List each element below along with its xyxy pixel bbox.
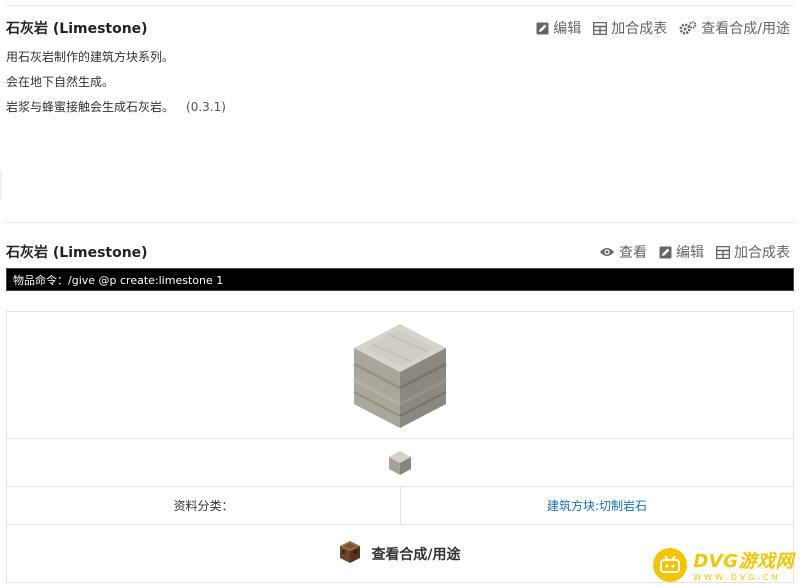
edit-icon [536,22,549,35]
watermark-sub: WWW.DVG.CN [693,573,781,582]
section-actions: 查看 编辑 加合成表 [599,242,790,262]
left-edge-mark [0,170,2,200]
item-icon-row [7,439,793,487]
gears-icon [679,21,697,35]
gamepad-logo-icon [653,547,688,582]
edit-button[interactable]: 编辑 [659,242,704,262]
description-line: 用石灰岩制作的建筑方块系列。 [6,50,175,64]
section-actions: 编辑 加合成表 查看合成/用途 [536,18,790,38]
add-recipe-table-label: 加合成表 [734,245,790,261]
view-recipes-label: 查看合成/用途 [701,21,790,37]
section-title: 石灰岩 (Limestone) [6,21,148,37]
add-recipe-table-button[interactable]: 加合成表 [716,242,790,262]
eye-icon [599,246,615,258]
crafting-table-icon [339,540,361,568]
site-watermark: DVG游戏网 WWW.DVG.CN [653,547,794,582]
category-row: 资料分类： 建筑方块:切制岩石 [7,487,793,525]
watermark-main: DVG游戏网 [693,551,794,572]
limestone-small-icon[interactable] [388,450,412,476]
add-recipe-table-label: 加合成表 [611,21,668,37]
description-line: 岩浆与蜂蜜接触会生成石灰岩。 (0.3.1) [6,98,226,115]
item-info-card: 资料分类： 建筑方块:切制岩石 查看合成/用途 [6,311,794,583]
view-button[interactable]: 查看 [599,242,647,262]
description-line: 会在地下自然生成。 [6,75,115,89]
table-icon [593,21,608,35]
limestone-block-render [353,324,447,428]
watermark-text: DVG游戏网 WWW.DVG.CN [693,547,794,582]
version-tag: (0.3.1) [186,100,226,114]
edit-icon [659,246,672,259]
item-section-description: 石灰岩 (Limestone) 编辑 加合成表 查看合成/用途 用石灰岩制作的建… [6,12,794,222]
view-recipes-label: 查看合成/用途 [371,546,461,563]
description-text: 岩浆与蜂蜜接触会生成石灰岩。 [6,100,175,114]
category-link[interactable]: 建筑方块:切制岩石 [401,487,793,525]
edit-label: 编辑 [676,245,704,261]
section-divider [6,222,794,223]
top-divider [6,5,794,6]
add-recipe-table-button[interactable]: 加合成表 [593,18,667,38]
edit-button[interactable]: 编辑 [536,18,581,38]
view-label: 查看 [619,245,647,261]
item-render-row [7,312,793,439]
view-recipes-button[interactable]: 查看合成/用途 [679,18,790,38]
edit-label: 编辑 [553,21,582,37]
table-icon [716,245,730,259]
item-command-bar[interactable]: 物品命令：/give @p create:limestone 1 [6,268,794,291]
category-label: 资料分类： [7,487,401,525]
section-title: 石灰岩 (Limestone) [6,245,148,261]
